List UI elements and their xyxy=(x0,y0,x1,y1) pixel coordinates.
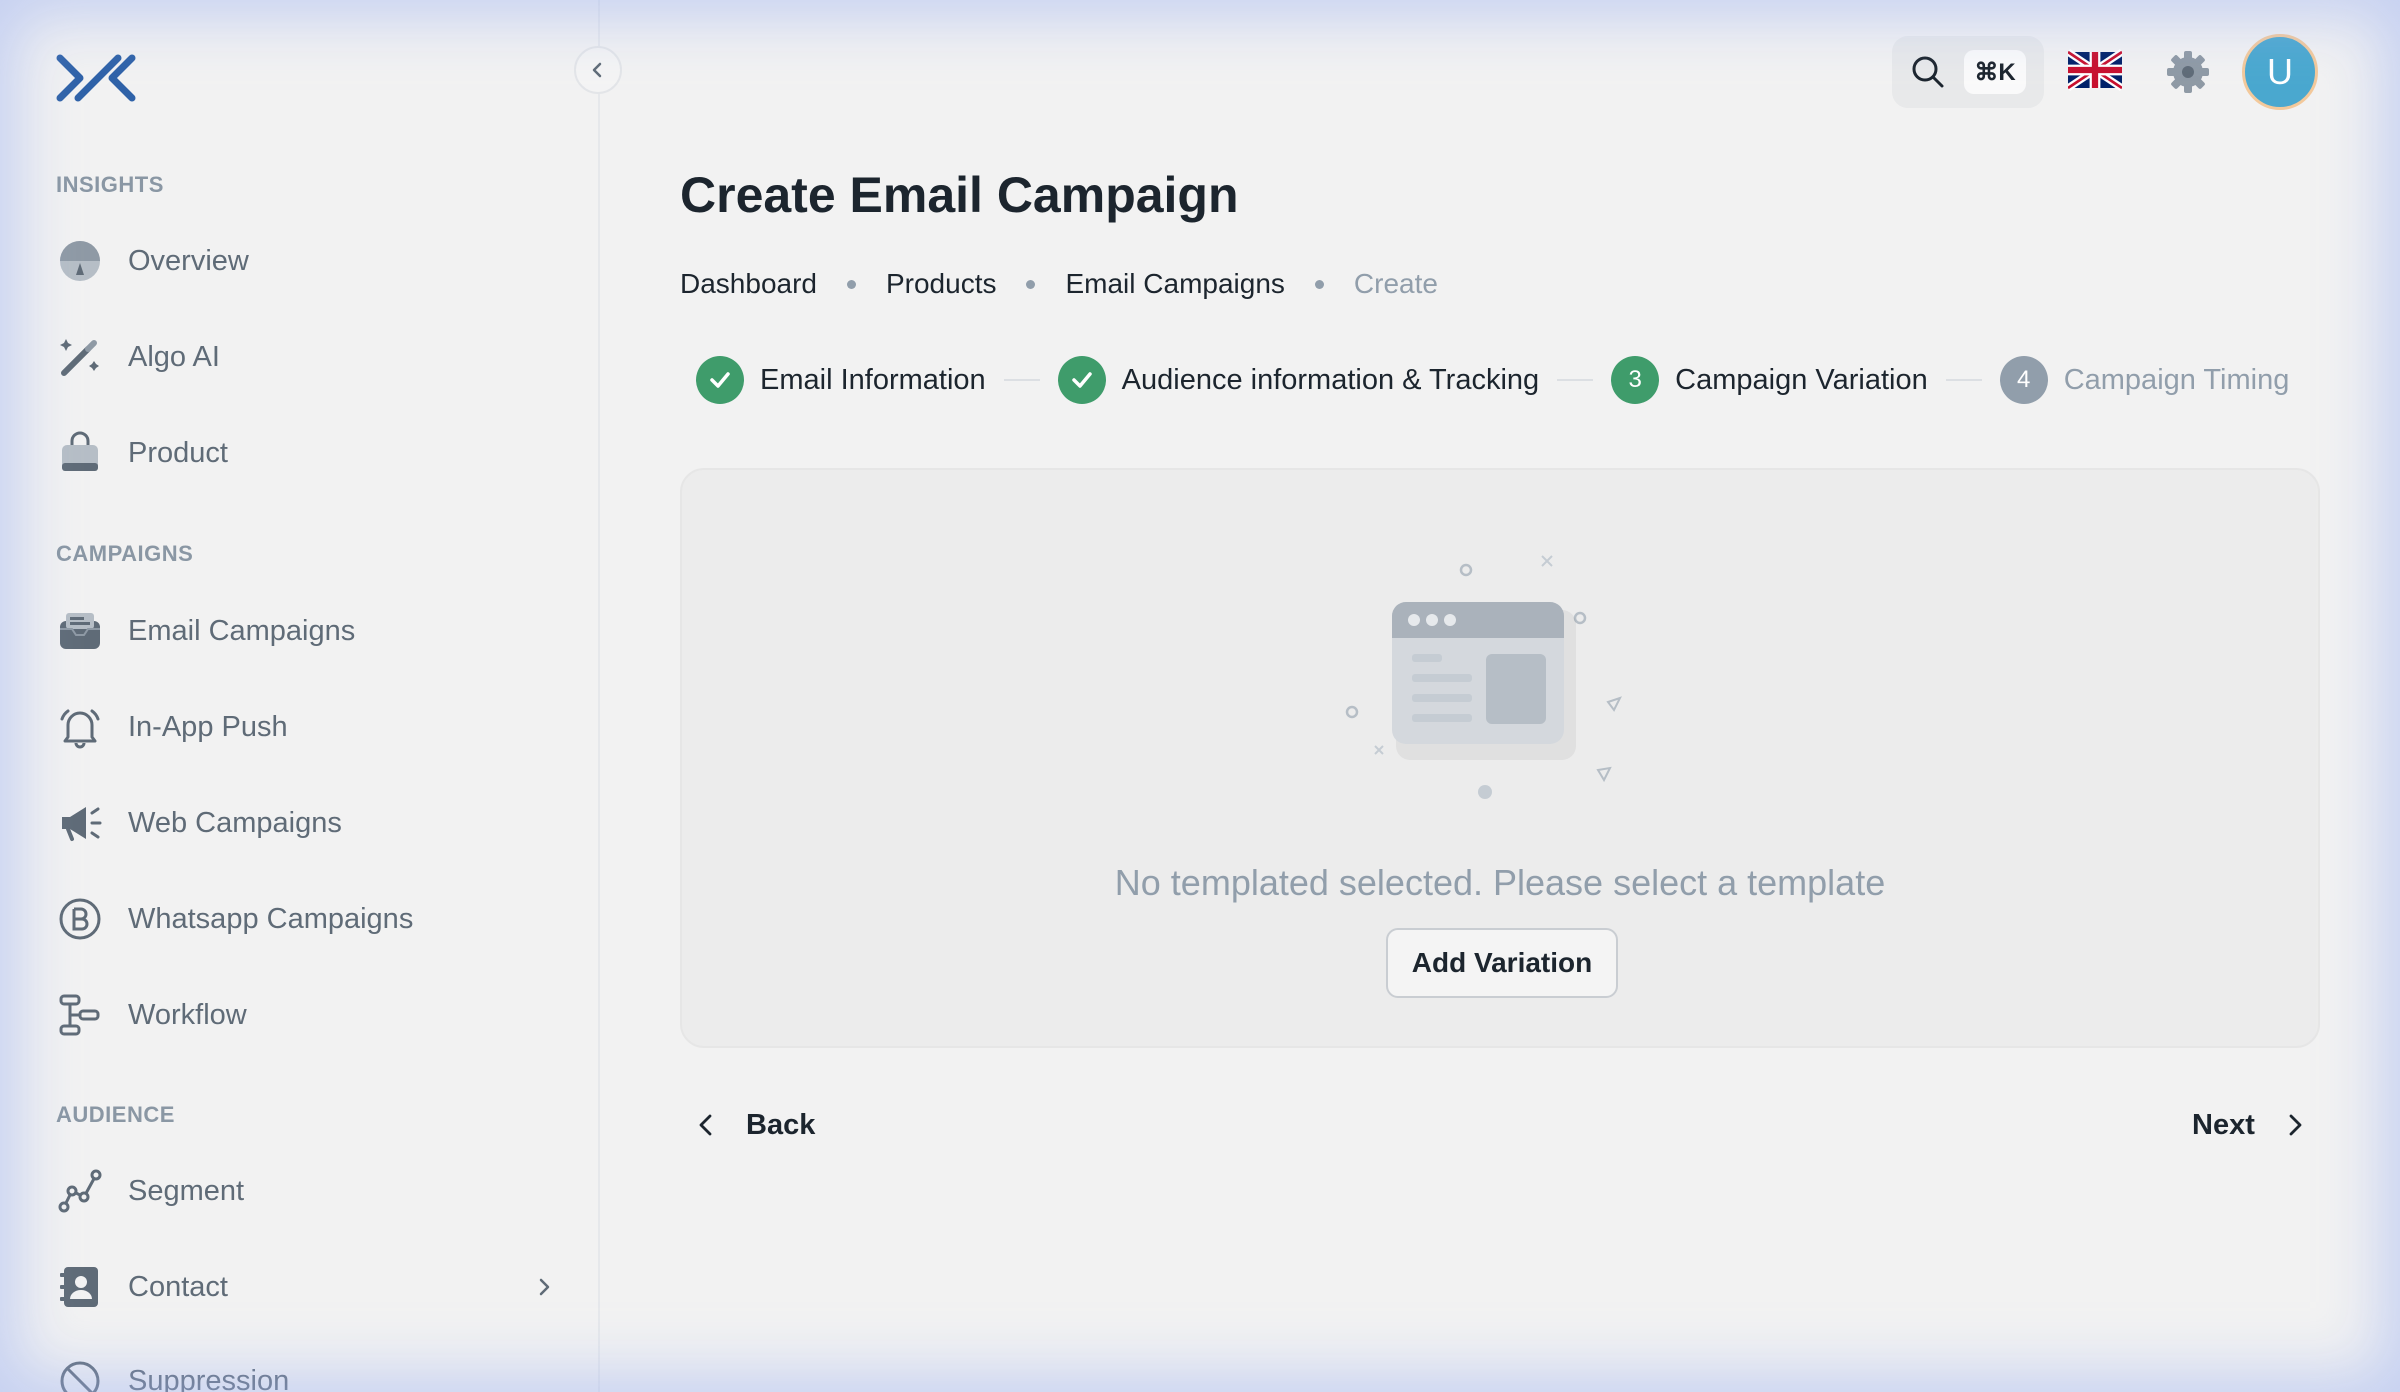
empty-template-illustration xyxy=(1345,555,1622,799)
step-label: Email Information xyxy=(760,363,986,396)
breadcrumb-separator xyxy=(1314,279,1324,289)
whatsapp-b-icon xyxy=(56,895,104,943)
sidebar-item-label: Segment xyxy=(128,1174,245,1207)
breadcrumb-separator xyxy=(1026,279,1036,289)
breadcrumb-dashboard[interactable]: Dashboard xyxy=(680,268,817,300)
step-label: Audience information & Tracking xyxy=(1121,363,1540,396)
workflow-icon xyxy=(56,991,104,1039)
uk-flag-icon[interactable] xyxy=(2068,48,2122,92)
sidebar-item-algo-ai[interactable]: Algo AI xyxy=(56,322,556,392)
step-number: 4 xyxy=(1999,356,2048,404)
variation-empty-card: No templated selected. Please select a t… xyxy=(680,468,2320,1048)
breadcrumb-email-campaigns[interactable]: Email Campaigns xyxy=(1065,268,1284,300)
sidebar-item-workflow[interactable]: Workflow xyxy=(56,980,556,1050)
sidebar-item-in-app-push[interactable]: In-App Push xyxy=(56,692,556,762)
contact-card-icon xyxy=(56,1263,104,1311)
sidebar-item-segment[interactable]: Segment xyxy=(56,1156,556,1226)
settings-gear-icon[interactable] xyxy=(2164,48,2212,96)
section-insights: INSIGHTS xyxy=(56,172,164,197)
chevron-right-icon xyxy=(539,1278,550,1296)
check-icon xyxy=(1057,356,1106,404)
sidebar-item-label: Product xyxy=(128,436,228,469)
breadcrumb-current: Create xyxy=(1353,268,1438,299)
back-button-label: Back xyxy=(746,1108,816,1141)
sidebar-item-label: Whatsapp Campaigns xyxy=(128,902,414,935)
sidebar-item-label: Algo AI xyxy=(128,340,220,373)
breadcrumb: Dashboard Products Email Campaigns Creat… xyxy=(680,268,1438,300)
sidebar: INSIGHTS Overview Algo AI Product CAMPAI… xyxy=(0,0,600,1392)
page-title: Create Email Campaign xyxy=(680,167,1239,223)
block-icon xyxy=(56,1357,104,1392)
user-avatar[interactable]: U xyxy=(2242,34,2318,110)
bell-icon xyxy=(56,703,104,751)
section-audience: AUDIENCE xyxy=(56,1102,175,1127)
magic-wand-icon xyxy=(56,333,104,381)
step-audience-information[interactable]: Audience information & Tracking xyxy=(1057,356,1612,404)
inbox-icon xyxy=(56,607,104,655)
chevron-right-icon xyxy=(2289,1114,2302,1136)
shopping-bag-icon xyxy=(56,429,104,477)
search-button[interactable]: ⌘K xyxy=(1892,36,2044,108)
sidebar-item-label: In-App Push xyxy=(128,710,288,743)
breadcrumb-separator xyxy=(846,279,856,289)
sidebar-item-label: Overview xyxy=(128,244,249,277)
sidebar-item-contact[interactable]: Contact xyxy=(56,1252,556,1322)
step-campaign-timing[interactable]: 4 Campaign Timing xyxy=(1999,356,2290,404)
step-number: 3 xyxy=(1611,356,1660,404)
search-shortcut-badge: ⌘K xyxy=(1964,50,2026,94)
next-button-label: Next xyxy=(2192,1108,2255,1141)
check-icon xyxy=(696,356,744,404)
chevron-left-icon xyxy=(592,62,602,78)
step-label: Campaign Timing xyxy=(2063,363,2290,396)
sidebar-item-email-campaigns[interactable]: Email Campaigns xyxy=(56,596,556,666)
sidebar-item-label: Web Campaigns xyxy=(128,806,342,839)
empty-state-message: No templated selected. Please select a t… xyxy=(1114,862,1886,903)
breadcrumb-products[interactable]: Products xyxy=(886,268,997,300)
brand-logo-icon[interactable] xyxy=(56,52,136,104)
graph-nodes-icon xyxy=(56,1167,104,1215)
chevron-left-icon xyxy=(699,1114,712,1136)
megaphone-icon xyxy=(56,799,104,847)
dashboard-gauge-icon xyxy=(56,237,104,285)
sidebar-item-overview[interactable]: Overview xyxy=(56,226,556,296)
step-connector xyxy=(1945,379,1982,381)
sidebar-item-label: Suppression xyxy=(128,1364,290,1392)
next-button[interactable]: Next xyxy=(2192,1108,2311,1142)
step-email-information[interactable]: Email Information xyxy=(696,356,1058,404)
sidebar-item-whatsapp-campaigns[interactable]: Whatsapp Campaigns xyxy=(56,884,556,954)
sidebar-item-label: Workflow xyxy=(128,998,247,1031)
step-connector xyxy=(1003,379,1040,381)
sidebar-item-label: Contact xyxy=(128,1270,228,1303)
sidebar-collapse-button[interactable] xyxy=(574,46,622,94)
section-campaigns: CAMPAIGNS xyxy=(56,541,194,566)
step-label: Campaign Variation xyxy=(1675,363,1928,396)
sidebar-item-suppression[interactable]: Suppression xyxy=(56,1346,556,1392)
add-variation-button[interactable]: Add Variation xyxy=(1386,928,1618,998)
sidebar-item-product[interactable]: Product xyxy=(56,418,556,488)
sidebar-item-web-campaigns[interactable]: Web Campaigns xyxy=(56,788,556,858)
step-campaign-variation[interactable]: 3 Campaign Variation xyxy=(1611,356,2000,404)
back-button[interactable]: Back xyxy=(690,1108,815,1142)
step-connector xyxy=(1557,379,1594,381)
search-icon xyxy=(1912,56,1944,88)
campaign-stepper: Email Information Audience information &… xyxy=(696,356,2289,404)
sidebar-item-label: Email Campaigns xyxy=(128,614,356,647)
